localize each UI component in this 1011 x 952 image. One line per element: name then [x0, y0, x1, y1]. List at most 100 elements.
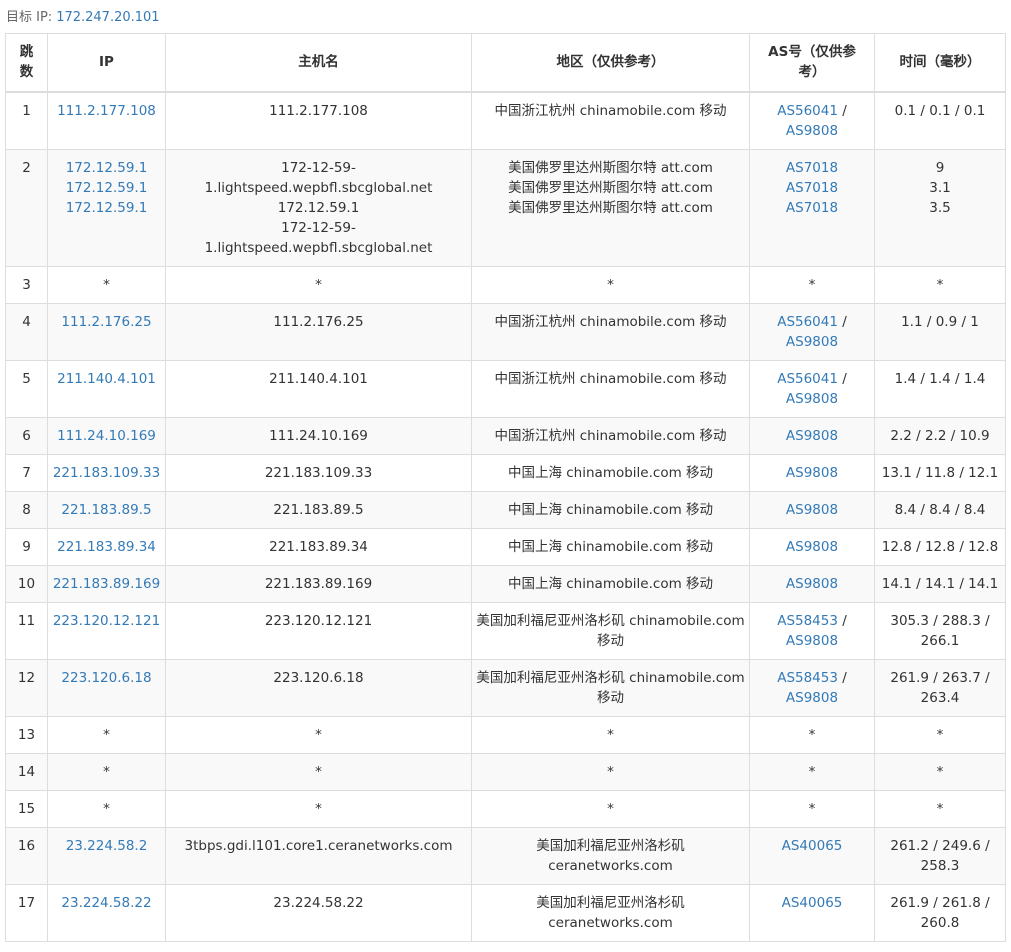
- hop-number: 8: [22, 501, 31, 518]
- as-link[interactable]: AS58453: [777, 670, 838, 686]
- ip-link[interactable]: 221.183.109.33: [52, 463, 161, 483]
- hostname-text: *: [315, 276, 322, 293]
- as-line: AS9808: [754, 574, 870, 594]
- region-cell: 中国浙江杭州 chinamobile.com 移动: [471, 416, 750, 455]
- hop-cell: 5: [5, 359, 48, 418]
- hostname-text: *: [315, 800, 322, 817]
- as-line: AS7018: [754, 198, 870, 218]
- as-line: AS9808: [754, 500, 870, 520]
- table-row: 4 111.2.176.25 111.2.176.25 中国浙江杭州 chinamob…: [5, 302, 1006, 361]
- hostname-cell: *: [165, 265, 472, 304]
- ip-link[interactable]: 172.12.59.1: [52, 198, 161, 218]
- hop-cell: 2: [5, 148, 48, 267]
- as-cell: AS9808: [749, 416, 875, 455]
- hop-number: 11: [17, 612, 36, 629]
- hostname-cell: 221.183.109.33: [165, 453, 472, 492]
- region-cell: 美国佛罗里达州斯图尔特 att.com 美国佛罗里达州斯图尔特 att.com 美国…: [471, 148, 750, 267]
- hop-cell: 12: [5, 658, 48, 717]
- time-cell: 9 3.1 3.5: [874, 148, 1006, 267]
- as-link[interactable]: AS9808: [786, 391, 838, 407]
- region-text: 中国浙江杭州 chinamobile.com 移动: [494, 102, 727, 119]
- ip-link[interactable]: 221.183.89.169: [52, 574, 161, 594]
- region-cell: 美国加利福尼亚州洛杉矶 ceranetworks.com: [471, 883, 750, 942]
- ip-link[interactable]: 221.183.89.5: [52, 500, 161, 520]
- as-link[interactable]: AS58453: [777, 613, 838, 629]
- time-text: 305.3 / 288.3 / 266.1: [890, 612, 990, 649]
- hostname-text: 221.183.109.33: [264, 464, 373, 481]
- ip-link[interactable]: 172.12.59.1: [52, 178, 161, 198]
- ip-link[interactable]: 211.140.4.101: [52, 369, 161, 389]
- time-text: 12.8 / 12.8 / 12.8: [881, 538, 999, 555]
- hostname-text: *: [315, 763, 322, 780]
- as-line: AS9808: [754, 463, 870, 483]
- hostname-cell: 221.183.89.34: [165, 527, 472, 566]
- as-cell: AS58453 / AS9808: [749, 658, 875, 717]
- ip-link[interactable]: 111.24.10.169: [52, 426, 161, 446]
- ip-cell: 223.120.6.18: [47, 658, 166, 717]
- as-link[interactable]: AS56041: [777, 371, 838, 387]
- time-cell: 261.9 / 261.8 / 260.8: [874, 883, 1006, 942]
- as-link[interactable]: AS9808: [786, 465, 838, 481]
- time-cell: *: [874, 752, 1006, 791]
- table-header-row: 跳数 IP 主机名 地区（仅供参考） AS号（仅供参考） 时间（毫秒）: [5, 33, 1006, 93]
- header-as: AS号（仅供参考）: [749, 33, 875, 93]
- ip-link[interactable]: 111.2.176.25: [52, 312, 161, 332]
- as-cell: AS7018 AS7018 AS7018: [749, 148, 875, 267]
- as-link[interactable]: AS40065: [782, 895, 843, 911]
- region-text: 中国上海 chinamobile.com 移动: [507, 538, 714, 555]
- ip-link[interactable]: 111.2.177.108: [52, 101, 161, 121]
- ip-link[interactable]: 223.120.6.18: [52, 668, 161, 688]
- as-link[interactable]: AS7018: [786, 180, 838, 196]
- as-link[interactable]: AS40065: [782, 838, 843, 854]
- as-link[interactable]: AS9808: [786, 633, 838, 649]
- as-link[interactable]: AS9808: [786, 334, 838, 350]
- table-row: 13 * * * * *: [5, 715, 1006, 754]
- as-link[interactable]: AS9808: [786, 428, 838, 444]
- time-text: *: [936, 726, 944, 743]
- hostname-cell: *: [165, 715, 472, 754]
- as-cell: AS9808: [749, 527, 875, 566]
- table-row: 17 23.224.58.22 23.224.58.22 美国加利福尼亚州洛杉矶 ce…: [5, 883, 1006, 942]
- ip-link[interactable]: 23.224.58.2: [52, 836, 161, 856]
- time-cell: *: [874, 789, 1006, 828]
- ip-link[interactable]: 223.120.12.121: [52, 611, 161, 631]
- region-cell: *: [471, 789, 750, 828]
- as-link[interactable]: AS56041: [777, 103, 838, 119]
- header-hop: 跳数: [5, 33, 48, 93]
- ip-link[interactable]: 221.183.89.34: [52, 537, 161, 557]
- region-text: 美国加利福尼亚州洛杉矶 chinamobile.com 移动: [476, 669, 745, 706]
- table-row: 2 172.12.59.1 172.12.59.1 172.12.59.1 172-12…: [5, 148, 1006, 267]
- as-link[interactable]: AS9808: [786, 690, 838, 706]
- table-row: 11 223.120.12.121 223.120.12.121 美国加利福尼亚州洛杉…: [5, 601, 1006, 660]
- hop-number: 14: [17, 763, 36, 780]
- region-cell: 中国上海 chinamobile.com 移动: [471, 490, 750, 529]
- target-ip-value[interactable]: 172.247.20.101: [56, 10, 159, 25]
- as-link[interactable]: AS56041: [777, 314, 838, 330]
- header-region: 地区（仅供参考）: [471, 33, 750, 93]
- region-text: 美国加利福尼亚州洛杉矶 ceranetworks.com: [536, 837, 685, 874]
- table-row: 8 221.183.89.5 221.183.89.5 中国上海 chinamobil…: [5, 490, 1006, 529]
- time-text: 13.1 / 11.8 / 12.1: [881, 464, 999, 481]
- table-row: 3 * * * * *: [5, 265, 1006, 304]
- as-link[interactable]: AS7018: [786, 200, 838, 216]
- hop-number: 4: [22, 313, 31, 330]
- as-link[interactable]: AS9808: [786, 576, 838, 592]
- time-cell: *: [874, 715, 1006, 754]
- ip-link[interactable]: 23.224.58.22: [52, 893, 161, 913]
- as-line: AS58453 / AS9808: [754, 668, 870, 708]
- region-cell: *: [471, 715, 750, 754]
- target-ip-line: 目标 IP: 172.247.20.101: [6, 6, 160, 25]
- time-text: 261.2 / 249.6 / 258.3: [890, 837, 990, 874]
- as-link[interactable]: AS7018: [786, 160, 838, 176]
- as-line: *: [754, 725, 870, 745]
- as-line: AS58453 / AS9808: [754, 611, 870, 651]
- ip-link[interactable]: 172.12.59.1: [52, 158, 161, 178]
- as-link[interactable]: AS9808: [786, 539, 838, 555]
- ip-cell: 221.183.109.33: [47, 453, 166, 492]
- as-link[interactable]: AS9808: [786, 123, 838, 139]
- region-cell: 中国浙江杭州 chinamobile.com 移动: [471, 359, 750, 418]
- traceroute-table: 跳数 IP 主机名 地区（仅供参考） AS号（仅供参考） 时间（毫秒） 1 1 11…: [5, 33, 1006, 942]
- as-link[interactable]: AS9808: [786, 502, 838, 518]
- hostname-text: 221.183.89.169: [264, 575, 373, 592]
- ip-cell: 111.2.176.25: [47, 302, 166, 361]
